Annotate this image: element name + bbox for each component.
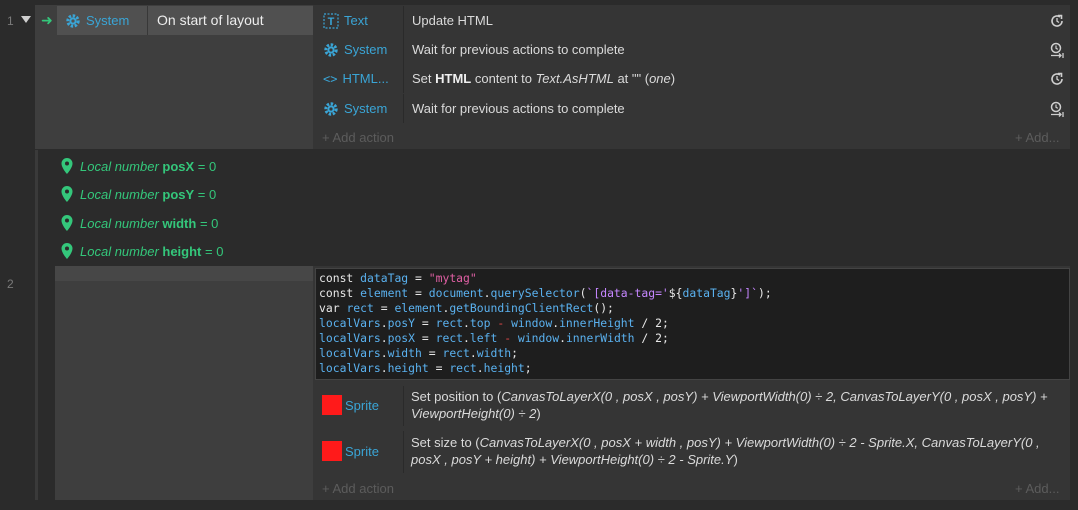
wait-icon (1050, 42, 1064, 58)
empty-condition-row[interactable] (55, 266, 313, 281)
gear-icon (324, 101, 338, 116)
action-object: Sprite (345, 443, 379, 459)
action-text: Set HTML content to Text.AsHTML at "" (o… (412, 71, 676, 86)
local-variable-label: Local number posX = 0 (80, 158, 217, 174)
local-variable-label: Local number posY = 0 (80, 186, 217, 202)
svg-text:T: T (328, 16, 335, 28)
conditions-column[interactable] (55, 266, 313, 500)
location-pin-icon (61, 158, 73, 174)
script-line: const element = document.querySelector(`… (319, 286, 772, 300)
action-object: System (344, 101, 388, 116)
location-pin-icon (61, 215, 73, 231)
action-object: HTML... (342, 71, 389, 86)
text-icon: T (323, 12, 339, 29)
trigger-arrow-icon: ➜ (41, 12, 53, 28)
condition-text: On start of layout (157, 12, 264, 28)
action-object: Text (344, 13, 368, 28)
action-row[interactable]: T Text Update HTML (313, 6, 1070, 35)
code-icon: <> (323, 71, 338, 86)
script-block[interactable]: const dataTag = "mytag" const element = d… (315, 268, 1070, 380)
refresh-icon (1051, 72, 1063, 85)
action-row[interactable]: Sprite Set position to (CanvasToLayerX(0… (313, 386, 1070, 426)
event-number: 1 (7, 14, 14, 28)
add-action-link[interactable]: + Add action (322, 130, 394, 145)
script-line: const dataTag = "mytag" (319, 271, 477, 285)
collapse-toggle-icon[interactable] (21, 16, 31, 23)
action-text: Wait for previous actions to complete (412, 42, 625, 57)
local-variable-row[interactable]: Local number width = 0 (60, 213, 218, 233)
condition-row[interactable]: System On start of layout (57, 6, 313, 35)
add-more-link[interactable]: + Add... (1015, 481, 1059, 496)
sprite-thumbnail-icon (322, 395, 342, 415)
refresh-icon (1051, 14, 1063, 27)
action-object: System (344, 42, 388, 57)
event-number: 2 (7, 277, 14, 291)
action-row[interactable]: Sprite Set size to (CanvasToLayerX(0 , p… (313, 431, 1070, 473)
script-line: localVars.width = rect.width; (319, 346, 518, 360)
action-text: Wait for previous actions to complete (412, 101, 625, 116)
gear-icon (324, 42, 338, 57)
event-gutter (35, 150, 38, 266)
script-line: localVars.posY = rect.top - window.inner… (319, 316, 669, 330)
action-row[interactable]: System Wait for previous actions to comp… (313, 35, 1070, 64)
local-variable-row[interactable]: Local number height = 0 (60, 241, 223, 261)
script-line: var rect = element.getBoundingClientRect… (319, 301, 614, 315)
event-gutter (35, 266, 38, 500)
gear-icon (66, 13, 80, 28)
action-text: Set position to (CanvasToLayerX(0 , posX… (411, 389, 1048, 421)
local-variable-row[interactable]: Local number posX = 0 (60, 156, 216, 176)
add-action-link[interactable]: + Add action (322, 481, 394, 496)
local-variable-row[interactable]: Local number posY = 0 (60, 184, 216, 204)
action-object: Sprite (345, 397, 379, 413)
wait-icon (1050, 101, 1064, 117)
condition-object: System (86, 13, 130, 28)
sprite-thumbnail-icon (322, 441, 342, 461)
script-line: localVars.posX = rect.left - window.inne… (319, 331, 669, 345)
action-text: Set size to (CanvasToLayerX(0 , posX + w… (411, 435, 1040, 467)
local-variable-label: Local number height = 0 (80, 243, 224, 259)
add-more-link[interactable]: + Add... (1015, 130, 1059, 145)
script-line: localVars.height = rect.height; (319, 361, 532, 375)
action-row[interactable]: System Wait for previous actions to comp… (313, 94, 1070, 123)
location-pin-icon (61, 186, 73, 202)
local-variable-label: Local number width = 0 (80, 215, 219, 231)
action-row[interactable]: <> HTML... Set HTML content to Text.AsHT… (313, 64, 1070, 93)
location-pin-icon (61, 243, 73, 259)
action-text: Update HTML (412, 13, 493, 28)
